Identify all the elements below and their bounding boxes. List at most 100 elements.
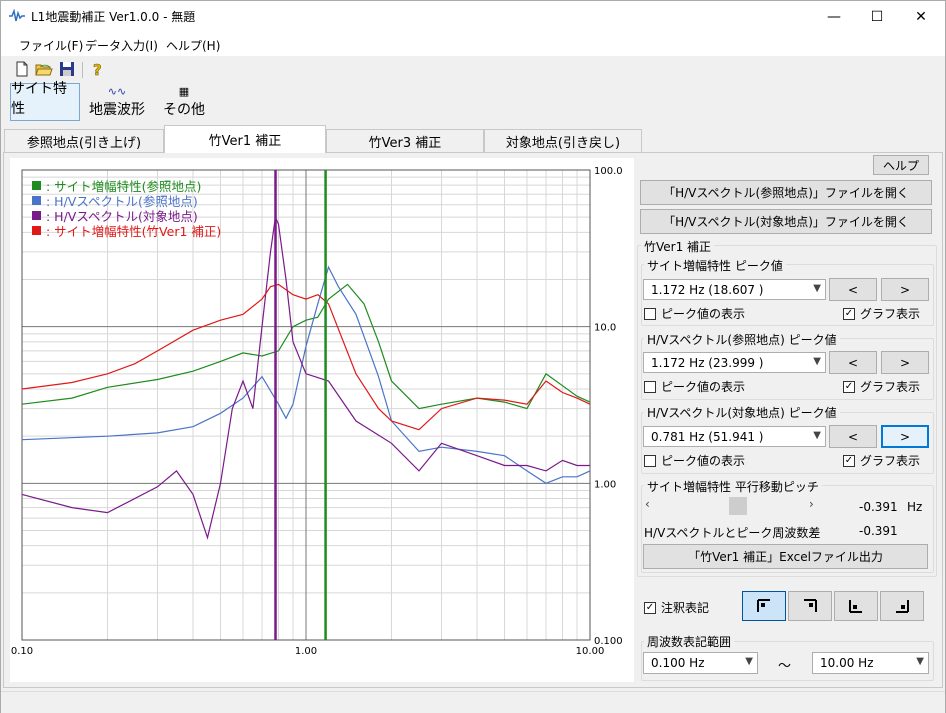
peak-select-site[interactable]: 1.172 Hz (18.607 ) ▼ [643, 279, 826, 300]
show-peak-checkbox[interactable]: ピーク値の表示 [644, 378, 745, 395]
checkbox-label: グラフ表示 [860, 380, 921, 394]
app-waveform-icon [9, 9, 25, 22]
mode-site-characteristic[interactable]: ⌒ サイト特性 [10, 64, 80, 121]
toolbar-separator [82, 62, 83, 78]
show-peak-checkbox[interactable]: ピーク値の表示 [644, 305, 745, 322]
freq-to-select[interactable]: 10.00 Hz ▼ [812, 652, 929, 674]
peak-select-value: 1.172 Hz (18.607 ) [651, 282, 764, 297]
maximize-button[interactable]: ☐ [854, 1, 900, 32]
annotation-checkbox[interactable]: ✓ 注釈表記 [644, 599, 709, 616]
checkbox-label: ピーク値の表示 [661, 307, 746, 321]
peak-group-title: H/Vスペクトル(対象地点) ピーク値 [644, 404, 840, 421]
new-file-icon[interactable] [13, 60, 31, 78]
scroll-left-icon[interactable]: ‹ [645, 497, 650, 511]
chevron-down-icon: ▼ [813, 356, 821, 367]
freq-to-value: 10.00 Hz [820, 656, 874, 670]
checkbox-label: ピーク値の表示 [661, 380, 746, 394]
x-tick-label: 0.10 [11, 646, 33, 657]
menu-data-input[interactable]: データ入力(I) [85, 37, 158, 54]
tab-take-ver3[interactable]: 竹Ver3 補正 [326, 129, 484, 152]
window-title: L1地震動補正 Ver1.0.0 - 無題 [31, 10, 196, 24]
checkbox-label: グラフ表示 [860, 307, 921, 321]
main-window: L1地震動補正 Ver1.0.0 - 無題 — ☐ ✕ ファイル(F) データ入… [0, 0, 946, 713]
legend-swatch [32, 226, 41, 235]
checkbox-label: 注釈表記 [661, 601, 710, 615]
scroll-right-icon[interactable]: › [809, 497, 814, 511]
mode-bar: ⌒ サイト特性 ∿∿ 地震波形 ▦ その他 [1, 64, 945, 123]
shift-scrollbar[interactable]: ‹ › [643, 497, 821, 515]
checkmark-icon: ✓ [843, 380, 855, 393]
peak-prev-button[interactable]: < [829, 425, 877, 448]
scroll-thumb[interactable] [729, 497, 747, 515]
peak-group-title: H/Vスペクトル(参照地点) ピーク値 [644, 331, 840, 348]
legend-top-left-button[interactable] [742, 591, 786, 621]
mode-label: サイト特性 [11, 81, 67, 117]
peak-select-value: 1.172 Hz (23.999 ) [651, 355, 764, 370]
help-button[interactable]: ヘルプ [873, 155, 929, 175]
site-characteristic-icon: ⌒ [39, 64, 51, 77]
legend-bottom-left-icon [849, 600, 862, 613]
legend-top-right-button[interactable] [788, 591, 832, 621]
minimize-button[interactable]: — [811, 1, 857, 32]
peak-select-reference[interactable]: 1.172 Hz (23.999 ) ▼ [643, 352, 826, 373]
legend-swatch [32, 181, 41, 190]
open-target-hv-button[interactable]: 「H/Vスペクトル(対象地点)」ファイルを開く [640, 209, 932, 234]
peak-prev-button[interactable]: < [829, 278, 877, 301]
peak-select-value: 0.781 Hz (51.941 ) [651, 429, 764, 444]
mode-other[interactable]: ▦ その他 [159, 83, 209, 121]
menu-bar: ファイル(F) データ入力(I) ヘルプ(H) [1, 32, 945, 56]
freq-from-select[interactable]: 0.100 Hz ▼ [643, 652, 758, 674]
tab-target-site[interactable]: 対象地点(引き戻し) [484, 129, 642, 152]
freq-from-value: 0.100 Hz [651, 656, 705, 670]
show-graph-checkbox[interactable]: ✓ グラフ表示 [843, 452, 920, 469]
chevron-down-icon: ▼ [813, 283, 821, 294]
tab-reference-site[interactable]: 参照地点(引き上げ) [4, 129, 164, 152]
chevron-down-icon: ▼ [813, 430, 821, 441]
mode-waveform[interactable]: ∿∿ 地震波形 [85, 83, 149, 121]
checkbox-box [644, 454, 656, 467]
save-icon[interactable] [58, 60, 76, 78]
legend-top-left-icon [757, 599, 770, 612]
show-graph-checkbox[interactable]: ✓ グラフ表示 [843, 378, 920, 395]
legend-bottom-right-button[interactable] [880, 591, 924, 621]
checkbox-label: ピーク値の表示 [661, 454, 746, 468]
legend-bottom-right-icon [896, 600, 909, 613]
tab-take-ver1[interactable]: 竹Ver1 補正 [164, 125, 326, 153]
x-tick-label: 10.00 [576, 646, 605, 657]
peak-select-target[interactable]: 0.781 Hz (51.941 ) ▼ [643, 426, 826, 447]
legend-item: : サイト増幅特性(竹Ver1 補正) [32, 223, 222, 239]
hv-spectrum-chart[interactable]: 0.10 1.00 10.00 100.0 10.0 1.00 0.100 : サイト増幅特… [10, 158, 634, 682]
peak-next-button[interactable]: > [881, 425, 929, 448]
checkbox-box [644, 380, 656, 393]
peak-next-button[interactable]: > [881, 278, 929, 301]
peak-next-button[interactable]: > [881, 351, 929, 374]
show-graph-checkbox[interactable]: ✓ グラフ表示 [843, 305, 920, 322]
menu-help[interactable]: ヘルプ(H) [166, 37, 220, 54]
freq-range-title: 周波数表記範囲 [644, 633, 735, 650]
checkbox-box [644, 307, 656, 320]
mode-label: 地震波形 [89, 102, 145, 118]
help-icon[interactable]: ? [88, 60, 106, 78]
chevron-down-icon: ▼ [916, 656, 924, 667]
table-icon: ▦ [178, 85, 190, 98]
y-tick-label: 10.0 [594, 323, 616, 334]
checkmark-icon: ✓ [843, 454, 855, 467]
diff-label: H/Vスペクトルとピーク周波数差 [644, 526, 821, 540]
show-peak-checkbox[interactable]: ピーク値の表示 [644, 452, 745, 469]
export-excel-button[interactable]: 「竹Ver1 補正」Excelファイル出力 [643, 544, 928, 569]
peak-prev-button[interactable]: < [829, 351, 877, 374]
close-button[interactable]: ✕ [898, 1, 944, 32]
mode-label: その他 [163, 102, 205, 118]
y-tick-label: 0.100 [594, 636, 623, 647]
legend-bottom-left-button[interactable] [834, 591, 878, 621]
checkmark-icon: ✓ [843, 307, 855, 320]
shift-group-title: サイト増幅特性 平行移動ピッチ [644, 478, 822, 495]
diff-value: -0.391 [859, 524, 898, 538]
open-reference-hv-button[interactable]: 「H/Vスペクトル(参照地点)」ファイルを開く [640, 180, 932, 205]
title-bar[interactable]: L1地震動補正 Ver1.0.0 - 無題 — ☐ ✕ [1, 1, 945, 32]
x-tick-label: 1.00 [295, 646, 317, 657]
y-tick-label: 100.0 [594, 166, 623, 177]
legend-top-right-icon [804, 599, 817, 612]
legend-label: : サイト増幅特性(竹Ver1 補正) [46, 224, 222, 239]
menu-file[interactable]: ファイル(F) [19, 37, 83, 54]
